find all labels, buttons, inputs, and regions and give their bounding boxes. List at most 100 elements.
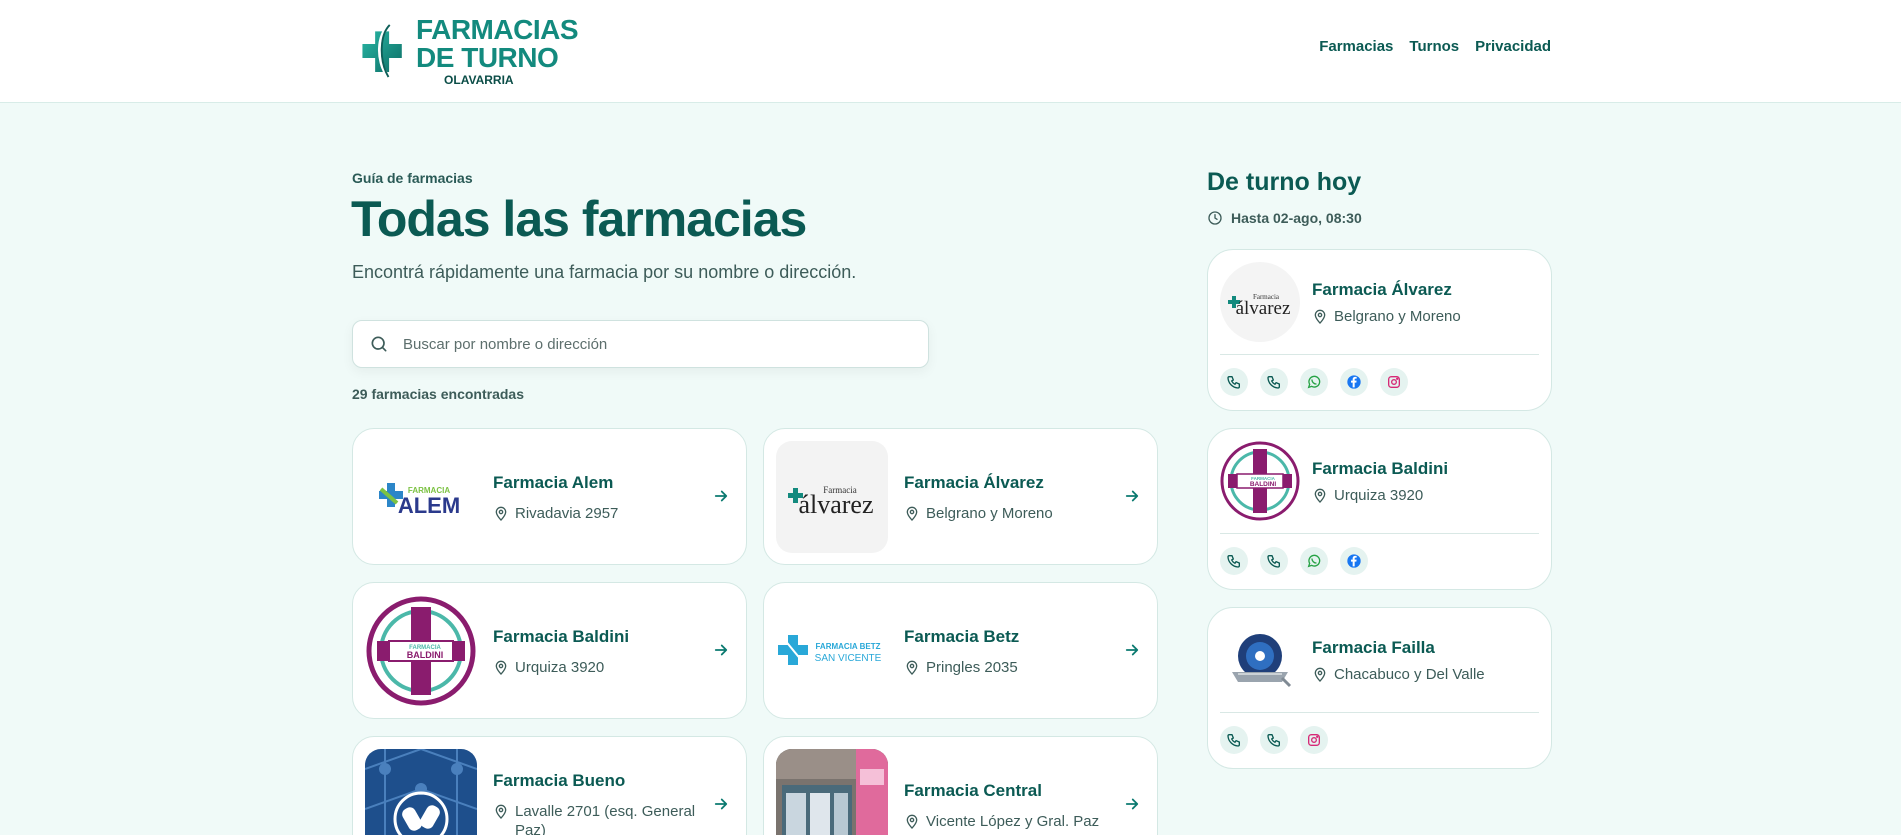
logo-line-2: DE TURNO — [416, 42, 559, 73]
pharmacy-card-central[interactable]: Farmacia Central Vicente López y Gral. P… — [763, 736, 1158, 835]
svg-text:ALEM: ALEM — [398, 493, 460, 518]
pharmacy-address: Belgrano y Moreno — [1312, 308, 1461, 325]
search-box[interactable] — [352, 320, 929, 368]
site-header: FARMACIAS DE TURNO OLAVARRIA Farmacias T… — [0, 0, 1901, 103]
nav-privacidad[interactable]: Privacidad — [1475, 38, 1551, 55]
contact-actions — [1220, 368, 1408, 396]
pharmacy-address: Rivadavia 2957 — [493, 505, 703, 524]
on-duty-card-baldini[interactable]: FARMACIA BALDINI Farmacia Baldini Urquiz… — [1207, 428, 1552, 590]
pharmacy-card-bueno[interactable]: Farmacia Bueno Lavalle 2701 (esq. Genera… — [352, 736, 747, 835]
pharmacy-name: Farmacia Failla — [1312, 638, 1435, 657]
location-pin-icon — [906, 660, 918, 675]
location-pin-icon — [495, 506, 507, 521]
location-pin-icon — [1314, 309, 1326, 324]
logo-line-3: OLAVARRIA — [444, 73, 514, 87]
facebook-icon — [1347, 554, 1361, 568]
svg-text:FARMACIA BETZ: FARMACIA BETZ — [815, 642, 880, 651]
pharmacy-name: Farmacia Bueno — [493, 771, 626, 790]
pharmacy-logo: Farmacia álvarez — [1220, 262, 1300, 342]
phone-icon — [1227, 376, 1240, 389]
baldini-logo-icon: FARMACIA BALDINI — [1220, 441, 1300, 521]
contact-actions — [1220, 726, 1328, 754]
betz-logo-icon: FARMACIA BETZ SAN VICENTE — [778, 635, 882, 665]
page-subtitle: Encontrá rápidamente una farmacia por su… — [352, 262, 857, 282]
facebook-icon — [1347, 375, 1361, 389]
nav-farmacias[interactable]: Farmacias — [1319, 38, 1393, 55]
phone-icon — [1267, 734, 1280, 747]
whatsapp-button[interactable] — [1300, 547, 1328, 575]
whatsapp-icon — [1307, 554, 1321, 568]
instagram-button[interactable] — [1300, 726, 1328, 754]
pharmacy-card-baldini[interactable]: FARMACIA BALDINI Farmacia Baldini Urquiz… — [352, 582, 747, 719]
search-input[interactable] — [403, 335, 903, 353]
facebook-button[interactable] — [1340, 547, 1368, 575]
cross-logo-icon — [362, 23, 402, 78]
arrow-right-icon[interactable] — [712, 487, 730, 505]
phone-button[interactable] — [1260, 726, 1288, 754]
location-pin-icon — [495, 804, 507, 819]
location-pin-icon — [1314, 488, 1326, 503]
pharmacy-card-alem[interactable]: FARMACIA ALEM Farmacia Alem Rivadavia 29… — [352, 428, 747, 565]
svg-text:álvarez: álvarez — [798, 490, 873, 519]
arrow-right-icon[interactable] — [1123, 795, 1141, 813]
bueno-logo-icon — [365, 749, 477, 835]
whatsapp-button[interactable] — [1300, 368, 1328, 396]
failla-logo-icon — [1232, 634, 1292, 688]
pharmacy-logo: FARMACIA ALEM — [365, 441, 477, 553]
pharmacy-logo — [1220, 620, 1300, 700]
nav-turnos[interactable]: Turnos — [1409, 38, 1459, 55]
baldini-logo-icon: FARMACIA BALDINI — [366, 596, 476, 706]
pharmacy-name: Farmacia Álvarez — [904, 473, 1044, 492]
phone-button[interactable] — [1260, 547, 1288, 575]
instagram-icon — [1308, 734, 1320, 746]
logo-line-1: FARMACIAS — [416, 14, 578, 45]
alem-logo-icon: FARMACIA ALEM — [379, 483, 460, 518]
phone-button[interactable] — [1260, 368, 1288, 396]
pharmacy-name: Farmacia Baldini — [493, 627, 630, 646]
arrow-right-icon[interactable] — [712, 641, 730, 659]
pharmacy-name: Farmacia Alem — [493, 473, 614, 492]
alvarez-logo-icon: Farmacia álvarez — [788, 485, 874, 519]
main-nav: Farmacias Turnos Privacidad — [1319, 38, 1551, 55]
pharmacy-logo: FARMACIA BETZ SAN VICENTE — [776, 595, 888, 707]
on-duty-card-failla[interactable]: Farmacia Failla Chacabuco y Del Valle — [1207, 607, 1552, 769]
contact-actions — [1220, 547, 1368, 575]
page-title: Todas las farmacias — [351, 191, 807, 247]
pharmacy-address: Vicente López y Gral. Paz — [904, 813, 1114, 832]
card-divider — [1220, 712, 1539, 713]
pharmacy-address: Chacabuco y Del Valle — [1312, 666, 1485, 683]
pharmacy-logo — [776, 749, 888, 835]
arrow-right-icon[interactable] — [712, 795, 730, 813]
results-count: 29 farmacias encontradas — [352, 386, 524, 402]
pharmacy-address: Lavalle 2701 (esq. General Paz) — [493, 803, 703, 835]
phone-icon — [1267, 376, 1280, 389]
on-duty-title: De turno hoy — [1207, 168, 1362, 196]
facebook-button[interactable] — [1340, 368, 1368, 396]
arrow-right-icon[interactable] — [1123, 641, 1141, 659]
phone-icon — [1227, 734, 1240, 747]
phone-button[interactable] — [1220, 547, 1248, 575]
location-pin-icon — [906, 814, 918, 829]
pharmacy-address: Urquiza 3920 — [1312, 487, 1423, 504]
pharmacy-name: Farmacia Álvarez — [1312, 280, 1452, 299]
site-logo[interactable]: FARMACIAS DE TURNO OLAVARRIA — [358, 6, 578, 96]
pharmacy-name: Farmacia Betz — [904, 627, 1020, 646]
location-pin-icon — [1314, 667, 1326, 682]
pharmacy-logo — [365, 749, 477, 835]
phone-button[interactable] — [1220, 726, 1248, 754]
location-pin-icon — [906, 506, 918, 521]
whatsapp-icon — [1307, 375, 1321, 389]
pharmacy-address: Urquiza 3920 — [493, 659, 703, 678]
pharmacy-card-alvarez[interactable]: Farmacia álvarez Farmacia Álvarez Belgra… — [763, 428, 1158, 565]
on-duty-until: Hasta 02-ago, 08:30 — [1207, 210, 1362, 226]
pharmacy-name: Farmacia Central — [904, 781, 1042, 800]
pharmacy-card-betz[interactable]: FARMACIA BETZ SAN VICENTE Farmacia Betz … — [763, 582, 1158, 719]
instagram-button[interactable] — [1380, 368, 1408, 396]
arrow-right-icon[interactable] — [1123, 487, 1141, 505]
on-duty-card-alvarez[interactable]: Farmacia álvarez Farmacia Álvarez Belgra… — [1207, 249, 1552, 411]
pharmacy-name: Farmacia Baldini — [1312, 459, 1449, 478]
alvarez-logo-icon: Farmacia álvarez — [1228, 293, 1290, 319]
storefront-photo — [776, 749, 888, 835]
pharmacy-logo: Farmacia álvarez — [776, 441, 888, 553]
phone-button[interactable] — [1220, 368, 1248, 396]
